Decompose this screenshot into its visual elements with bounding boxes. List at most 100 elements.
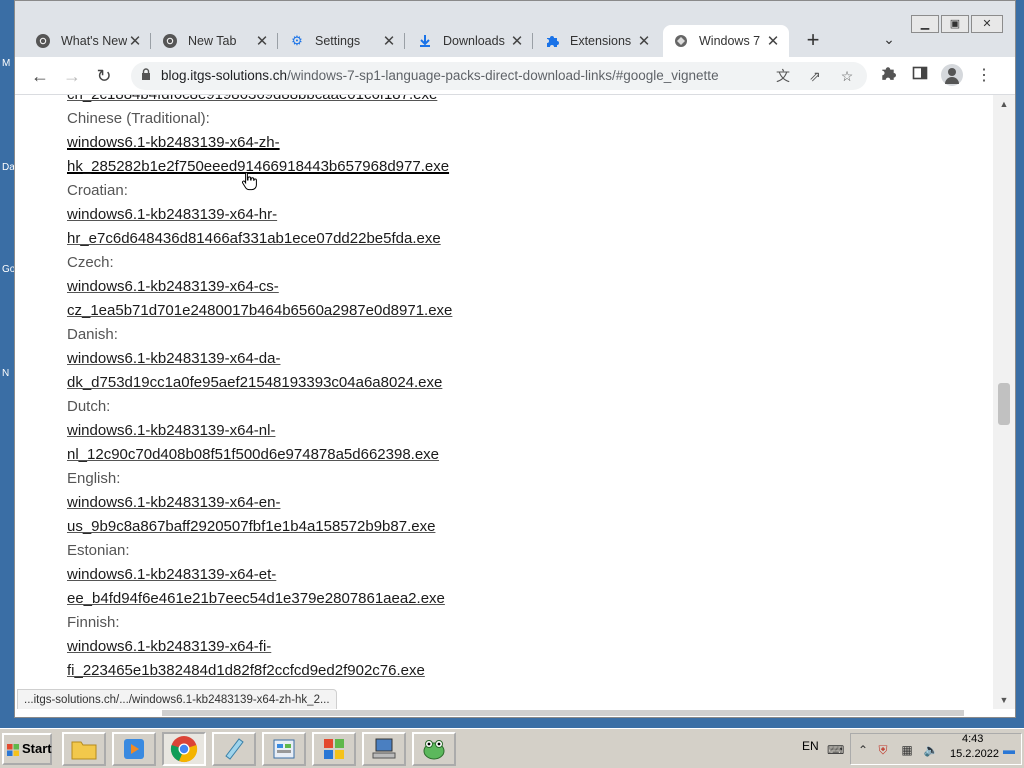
show-desktop-icon[interactable]: ▬	[1001, 742, 1017, 758]
side-panel-icon[interactable]	[909, 65, 931, 87]
close-icon[interactable]: ✕	[509, 32, 525, 50]
back-button[interactable]: ←	[29, 65, 51, 87]
share-icon[interactable]: ⇗	[805, 66, 825, 86]
taskbar: Start EN ⌨ ⌃ ⛨ ▦ 🔈 ▬ 4:43 15.2.2022	[0, 728, 1024, 768]
vertical-scrollbar[interactable]: ▲ ▼	[993, 95, 1015, 709]
menu-kebab-icon[interactable]: ⋮	[973, 65, 995, 87]
browser-toolbar: ← → ↻ blog.itgs-solutions.ch/windows-7-s…	[15, 57, 1015, 95]
control-panel-icon	[273, 739, 295, 759]
link-line: windows6.1-kb2483139-x64-et-	[67, 566, 277, 583]
link-line: us_9b9c8a867baff2920507fbf1e1b4a158572b9…	[67, 518, 436, 535]
media-player-icon	[124, 739, 144, 759]
download-link[interactable]: windows6.1-kb2483139-x64-et-ee_b4fd94f6e…	[67, 563, 967, 611]
profile-avatar[interactable]	[941, 64, 963, 86]
taskbar-media-player[interactable]	[112, 732, 156, 766]
computer-icon	[372, 738, 396, 759]
taskbar-windows[interactable]	[312, 732, 356, 766]
link-line: hk_285282b1e2f750eeed91466918443b657968d…	[67, 158, 450, 175]
download-icon	[417, 33, 433, 49]
tab-search-button[interactable]: ⌄	[879, 31, 899, 51]
link-line: hr_e7c6d648436d81466af331ab1ece07dd22be5…	[67, 230, 441, 247]
url-text[interactable]: blog.itgs-solutions.ch/windows-7-sp1-lan…	[161, 68, 719, 83]
bookmark-star-icon[interactable]: ☆	[837, 66, 857, 86]
reload-button[interactable]: ↻	[93, 65, 115, 87]
link-line: windows6.1-kb2483139-x64-zh-	[67, 134, 280, 151]
tab-whats-new[interactable]: What's New ✕	[25, 25, 151, 57]
taskbar-explorer[interactable]	[62, 732, 106, 766]
tab-separator	[150, 33, 151, 49]
translate-icon[interactable]: 文	[773, 66, 793, 86]
close-icon[interactable]: ✕	[381, 32, 397, 50]
folder-icon	[71, 741, 97, 760]
link-status-bar: ...itgs-solutions.ch/.../windows6.1-kb24…	[17, 689, 337, 709]
url-path: /windows-7-sp1-language-packs-direct-dow…	[287, 68, 719, 83]
show-hidden-icons-icon[interactable]: ⌃	[855, 742, 871, 758]
taskbar-notepad[interactable]	[212, 732, 256, 766]
maximize-button[interactable]: ▣	[941, 15, 969, 33]
tab-label: New Tab	[188, 34, 237, 48]
tab-label: Downloads	[443, 34, 505, 48]
taskbar-frog-app[interactable]	[412, 732, 456, 766]
start-button[interactable]: Start	[2, 733, 52, 765]
minimize-button[interactable]: ▁	[911, 15, 939, 33]
windows-logo-icon	[324, 739, 344, 759]
url-host: blog.itgs-solutions.ch	[161, 68, 288, 83]
language-label: Czech:	[67, 254, 114, 271]
forward-button[interactable]: →	[61, 65, 83, 87]
link-line: cz_1ea5b71d701e2480017b464b6560a2987e0d8…	[67, 302, 453, 319]
windows-flag-icon	[7, 744, 19, 756]
language-pack-list: ch_2c1884b4fdf6c8e91986369d88bbcaae01c6f…	[67, 95, 967, 683]
close-icon[interactable]: ✕	[765, 32, 781, 50]
language-label: Croatian:	[67, 182, 128, 199]
language-indicator[interactable]: EN	[802, 739, 819, 753]
clock-time[interactable]: 4:43	[962, 733, 983, 745]
horizontal-scrollbar[interactable]	[162, 710, 964, 716]
tab-downloads[interactable]: Downloads ✕	[407, 25, 533, 57]
chrome-icon	[162, 33, 178, 49]
download-link[interactable]: windows6.1-kb2483139-x64-cs-cz_1ea5b71d7…	[67, 275, 967, 323]
close-icon[interactable]: ✕	[127, 32, 143, 50]
download-link[interactable]: windows6.1-kb2483139-x64-nl-nl_12c90c70d…	[67, 419, 967, 467]
taskbar-chrome[interactable]	[162, 732, 206, 766]
chrome-icon	[170, 736, 198, 763]
scroll-down-arrow-icon[interactable]: ▼	[993, 693, 1015, 707]
tab-separator	[277, 33, 278, 49]
page-content: ch_2c1884b4fdf6c8e91986369d88bbcaae01c6f…	[15, 95, 993, 709]
download-link[interactable]: windows6.1-kb2483139-x64-fi-fi_223465e1b…	[67, 635, 967, 683]
scroll-thumb[interactable]	[998, 383, 1010, 425]
close-window-button[interactable]: ✕	[971, 15, 1003, 33]
extensions-puzzle-icon[interactable]	[877, 65, 899, 87]
download-link[interactable]: windows6.1-kb2483139-x64-en-us_9b9c8a867…	[67, 491, 967, 539]
tab-label: What's New	[61, 34, 127, 48]
network-icon[interactable]: ▦	[899, 742, 915, 758]
download-link[interactable]: windows6.1-kb2483139-x64-da-dk_d753d19cc…	[67, 347, 967, 395]
volume-icon[interactable]: 🔈	[923, 742, 939, 758]
close-icon[interactable]: ✕	[636, 32, 652, 50]
link-line: windows6.1-kb2483139-x64-hr-	[67, 206, 278, 223]
keyboard-icon[interactable]: ⌨	[827, 742, 844, 758]
address-bar[interactable]: blog.itgs-solutions.ch/windows-7-sp1-lan…	[131, 62, 867, 90]
link-line: windows6.1-kb2483139-x64-fi-	[67, 638, 272, 655]
tab-windows-7[interactable]: Windows 7 ✕	[663, 25, 789, 57]
tab-separator	[404, 33, 405, 49]
link-line: ee_b4fd94f6e461e21b7eec54d1e379e2807861a…	[67, 590, 445, 607]
taskbar-network[interactable]	[362, 732, 406, 766]
language-label: Dutch:	[67, 398, 111, 415]
start-label: Start	[22, 741, 52, 756]
scroll-up-arrow-icon[interactable]: ▲	[993, 97, 1015, 111]
download-link[interactable]: windows6.1-kb2483139-x64-zh-hk_285282b1e…	[67, 131, 967, 179]
tab-extensions[interactable]: Extensions ✕	[534, 25, 660, 57]
tab-settings[interactable]: ⚙ Settings ✕	[279, 25, 405, 57]
download-link[interactable]: ch_2c1884b4fdf6c8e91986369d88bbcaae01c6f…	[67, 95, 967, 107]
download-link[interactable]: windows6.1-kb2483139-x64-hr-hr_e7c6d6484…	[67, 203, 967, 251]
link-line: dk_d753d19cc1a0fe95aef21548193393c04a6a8…	[67, 374, 443, 391]
language-label: Estonian:	[67, 542, 130, 559]
new-tab-button[interactable]: +	[801, 29, 825, 53]
lock-icon[interactable]	[141, 68, 151, 83]
link-line: windows6.1-kb2483139-x64-cs-	[67, 278, 279, 295]
clock-date[interactable]: 15.2.2022	[950, 748, 999, 760]
close-icon[interactable]: ✕	[254, 32, 270, 50]
taskbar-control-panel[interactable]	[262, 732, 306, 766]
tab-new-tab[interactable]: New Tab ✕	[152, 25, 278, 57]
security-alert-icon[interactable]: ⛨	[875, 742, 891, 758]
